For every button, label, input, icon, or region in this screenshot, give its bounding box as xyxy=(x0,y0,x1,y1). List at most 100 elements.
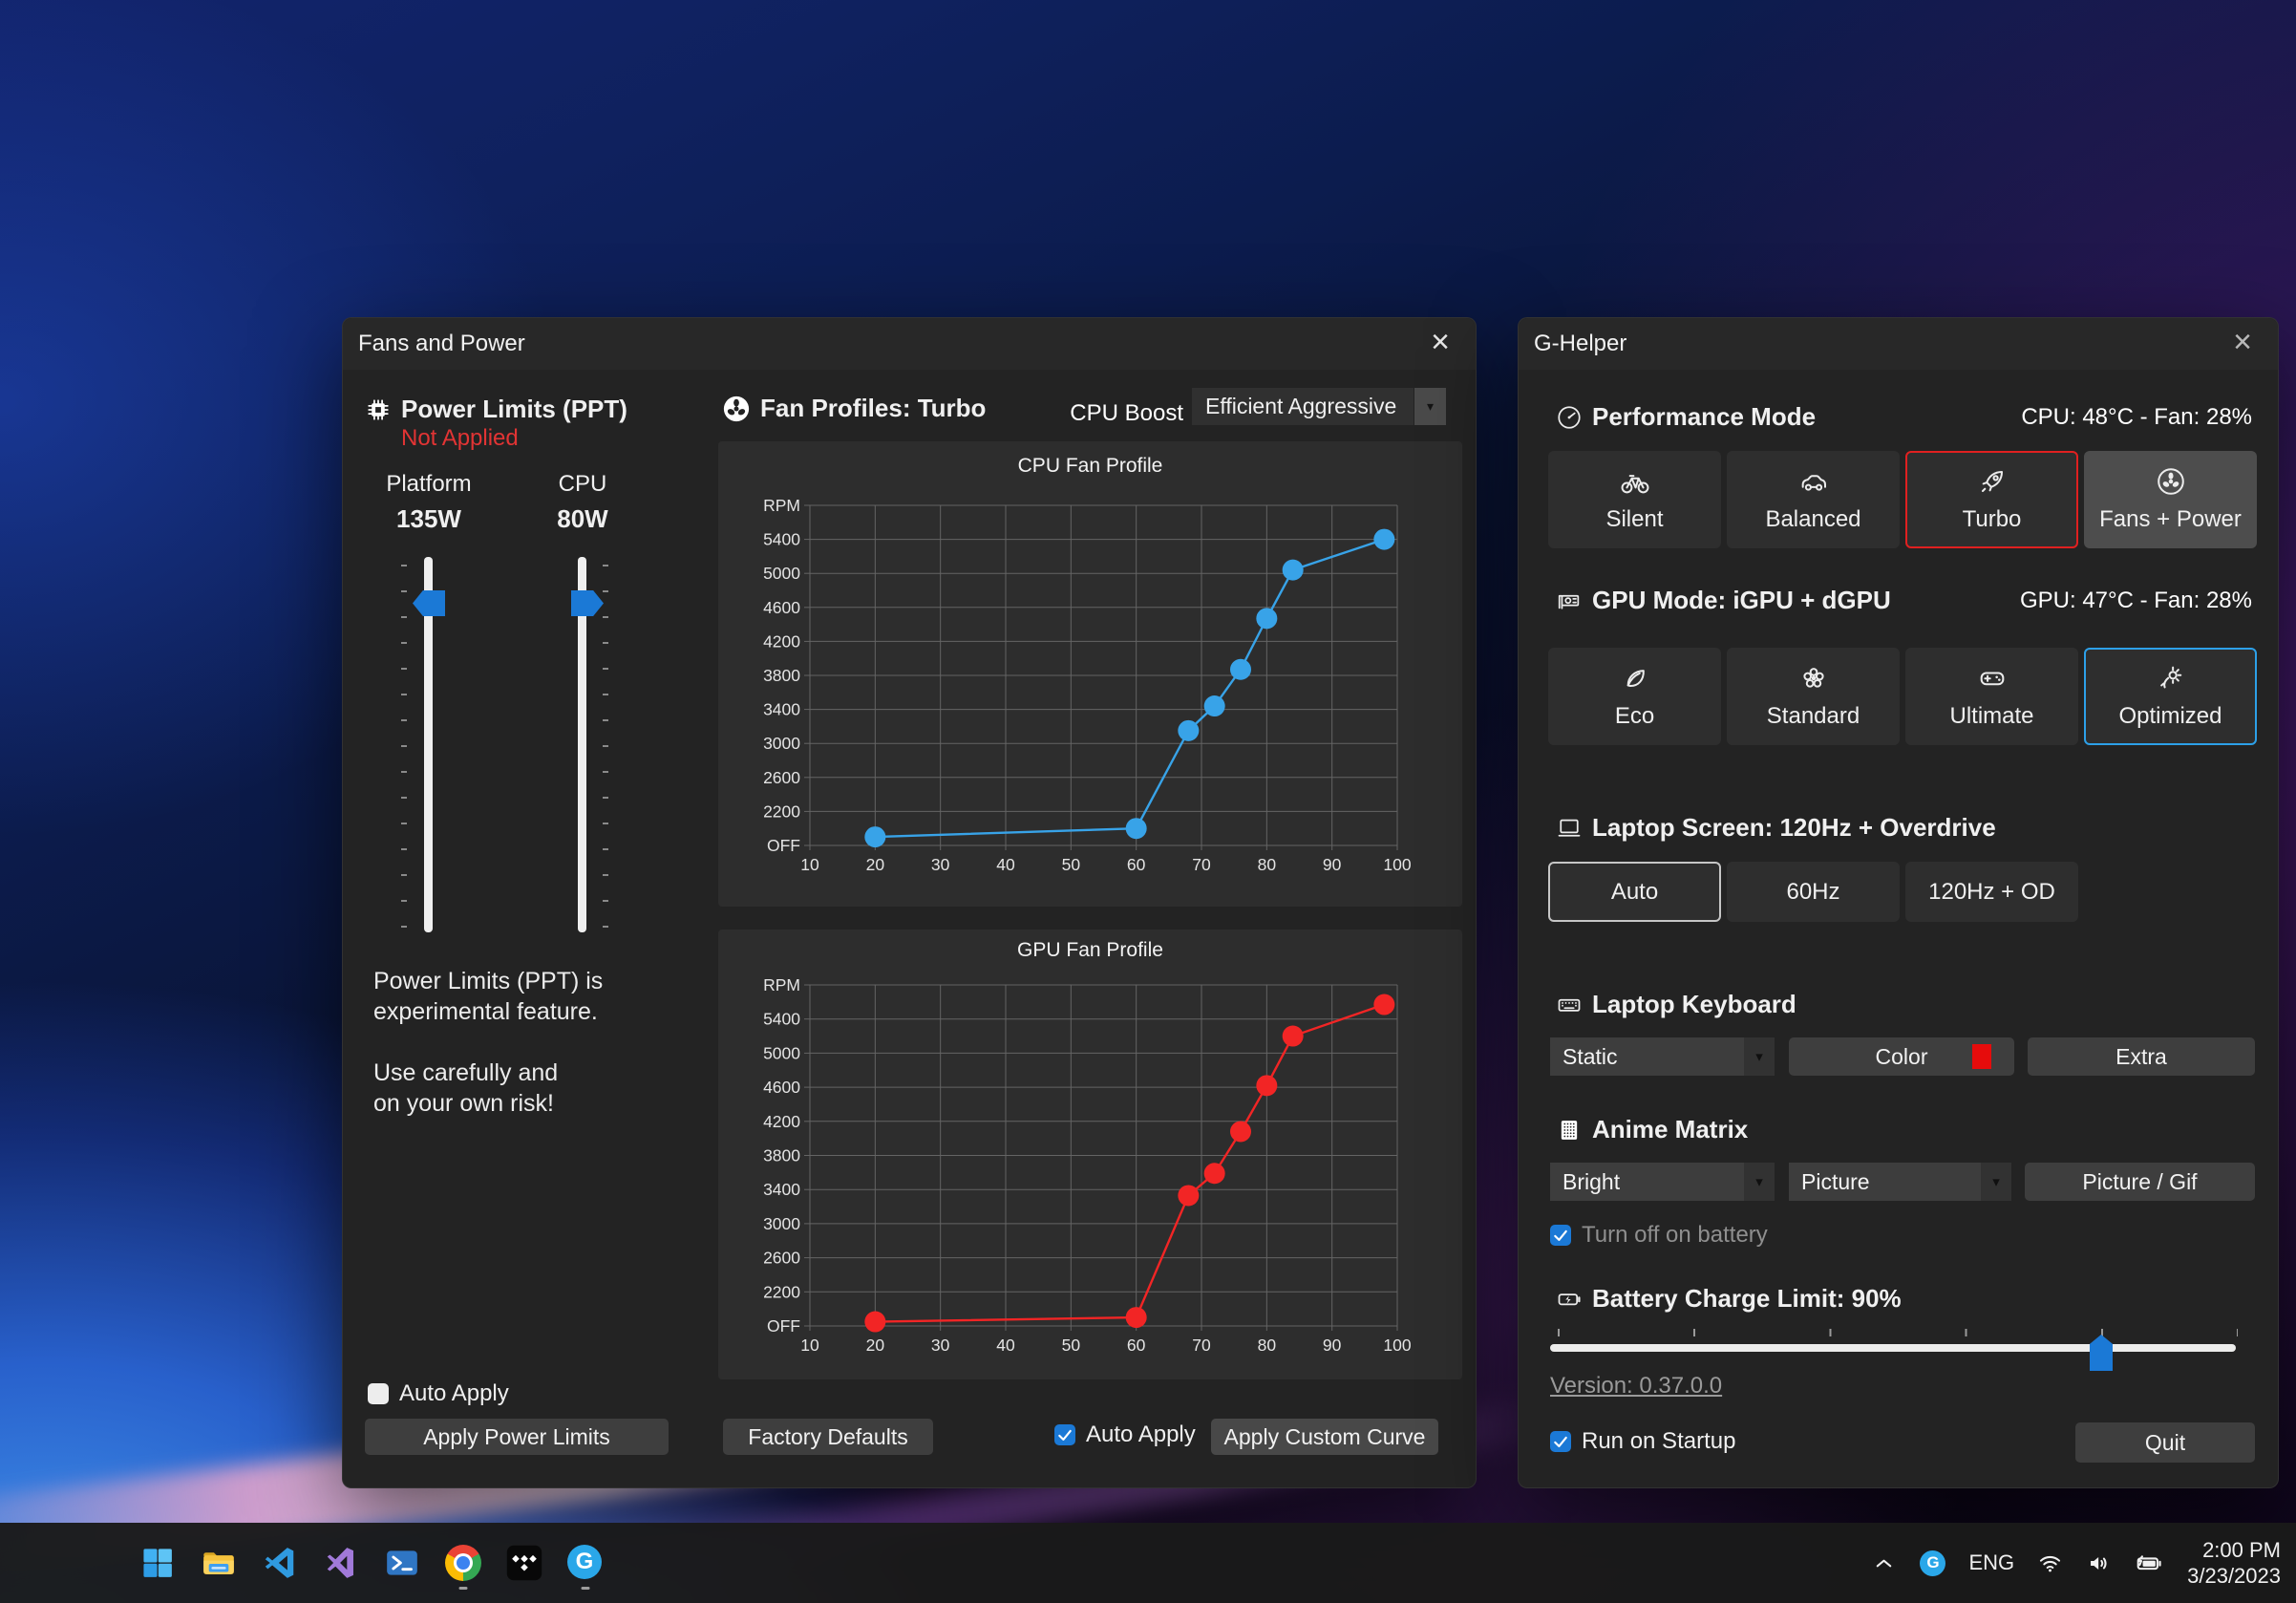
svg-text:50: 50 xyxy=(1062,855,1081,874)
laptop-screen-heading: Laptop Screen: 120Hz + Overdrive xyxy=(1556,813,1996,843)
visual-studio-taskbar-icon[interactable] xyxy=(323,1545,359,1581)
battery-icon[interactable] xyxy=(2135,1550,2164,1576)
svg-text:4200: 4200 xyxy=(763,631,800,651)
svg-text:3000: 3000 xyxy=(763,734,800,753)
power-limits-status: Not Applied xyxy=(401,425,519,452)
volume-icon[interactable] xyxy=(2086,1550,2112,1576)
screen-options-auto[interactable]: Auto xyxy=(1548,862,1721,922)
gauge-icon xyxy=(1556,404,1583,431)
cpu-temp-status: CPU: 48°C - Fan: 28% xyxy=(2021,404,2252,431)
perf-modes-silent[interactable]: Silent xyxy=(1548,451,1721,548)
apply-custom-curve-button[interactable]: Apply Custom Curve xyxy=(1211,1419,1438,1455)
gpu-modes-ultimate[interactable]: Ultimate xyxy=(1905,648,2078,745)
button-label: Balanced xyxy=(1765,506,1860,533)
button-label: 60Hz xyxy=(1786,879,1839,906)
close-icon[interactable] xyxy=(1418,320,1462,364)
svg-text:2600: 2600 xyxy=(763,1249,800,1268)
curve-auto-apply-checkbox[interactable] xyxy=(1054,1424,1075,1445)
system-tray: G ENG 2:00 PM 3/23/2023 xyxy=(1871,1523,2281,1603)
gpu-temp-status: GPU: 47°C - Fan: 28% xyxy=(2020,588,2252,614)
keyboard-extra-button[interactable]: Extra xyxy=(2028,1037,2255,1076)
cpu-boost-dropdown-arrow-icon[interactable]: ▾ xyxy=(1414,388,1446,425)
cpu-boost-select[interactable]: Efficient Aggressive xyxy=(1192,388,1414,425)
battery-bolt-icon xyxy=(1556,1286,1583,1313)
fans-and-power-window: Fans and Power Power Limits (PPT) Not Ap… xyxy=(342,317,1477,1488)
screen-options-60hz[interactable]: 60Hz xyxy=(1727,862,1900,922)
perf-modes-fans-power[interactable]: Fans + Power xyxy=(2084,451,2257,548)
svg-text:3000: 3000 xyxy=(763,1214,800,1233)
version-link[interactable]: Version: 0.37.0.0 xyxy=(1550,1373,1722,1400)
button-label: Silent xyxy=(1605,506,1663,533)
gpu-modes-optimized[interactable]: Optimized xyxy=(2084,648,2257,745)
power-auto-apply-checkbox[interactable] xyxy=(368,1383,389,1404)
platform-slider-thumb[interactable] xyxy=(413,590,445,616)
quit-button[interactable]: Quit xyxy=(2075,1422,2255,1463)
tray-chevron-up-icon[interactable] xyxy=(1871,1550,1897,1576)
powershell-taskbar-icon[interactable] xyxy=(384,1545,420,1581)
svg-text:3400: 3400 xyxy=(763,1180,800,1199)
ghelper-titlebar[interactable]: G-Helper xyxy=(1519,318,2278,370)
screen-option-buttons: Auto 60Hz 120Hz + OD xyxy=(1548,862,2078,922)
svg-text:80: 80 xyxy=(1258,1336,1277,1355)
desktop: Fans and Power Power Limits (PPT) Not Ap… xyxy=(0,0,2296,1603)
svg-text:10: 10 xyxy=(800,855,819,874)
anime-picture-gif-button[interactable]: Picture / Gif xyxy=(2025,1163,2255,1201)
gpu-modes-standard[interactable]: Standard xyxy=(1727,648,1900,745)
turn-off-on-battery-checkbox[interactable] xyxy=(1550,1225,1571,1246)
performance-mode-buttons: Silent Balanced TurboFans + Power xyxy=(1548,451,2257,548)
svg-text:5000: 5000 xyxy=(763,1043,800,1062)
svg-text:70: 70 xyxy=(1192,1336,1211,1355)
explorer-taskbar-icon[interactable] xyxy=(201,1545,237,1581)
cpu-slider-thumb[interactable] xyxy=(571,590,604,616)
ghelper-taskbar-icon[interactable]: G xyxy=(567,1545,604,1581)
battery-slider-track[interactable] xyxy=(1550,1344,2236,1352)
tray-language[interactable]: ENG xyxy=(1968,1550,2014,1575)
svg-text:20: 20 xyxy=(866,1336,885,1355)
svg-text:40: 40 xyxy=(996,855,1015,874)
fans-titlebar[interactable]: Fans and Power xyxy=(343,318,1476,370)
svg-text:100: 100 xyxy=(1383,1336,1411,1355)
svg-text:30: 30 xyxy=(931,855,950,874)
button-label: Eco xyxy=(1615,703,1654,730)
factory-defaults-button[interactable]: Factory Defaults xyxy=(723,1419,933,1455)
gpu-modes-eco[interactable]: Eco xyxy=(1548,648,1721,745)
chrome-taskbar-icon[interactable] xyxy=(445,1545,481,1581)
cpu-fan-curve[interactable]: 102030405060708090100OFF2200260030003400… xyxy=(718,441,1462,907)
wifi-icon[interactable] xyxy=(2037,1550,2063,1576)
keyboard-mode-select[interactable]: Static xyxy=(1550,1037,1775,1076)
screen-icon xyxy=(1556,815,1583,842)
button-label: 120Hz + OD xyxy=(1928,879,2055,906)
gpu-fan-curve[interactable]: 102030405060708090100OFF2200260030003400… xyxy=(718,930,1462,1379)
matrix-icon xyxy=(1556,1117,1583,1143)
fans-window-title: Fans and Power xyxy=(358,331,525,357)
apply-power-limits-button[interactable]: Apply Power Limits xyxy=(365,1419,669,1455)
perf-modes-balanced[interactable]: Balanced xyxy=(1727,451,1900,548)
svg-text:30: 30 xyxy=(931,1336,950,1355)
tray-time: 2:00 PM xyxy=(2187,1537,2281,1563)
perf-modes-turbo[interactable]: Turbo xyxy=(1905,451,2078,548)
power-limits-heading: Power Limits (PPT) xyxy=(365,395,627,424)
tidal-taskbar-icon[interactable] xyxy=(506,1545,542,1581)
svg-text:60: 60 xyxy=(1127,855,1146,874)
taskbar: G G ENG 2:00 PM 3/23/2023 xyxy=(0,1523,2296,1603)
anime-mode-select[interactable]: Picture xyxy=(1789,1163,2011,1201)
curve-auto-apply-row: Auto Apply xyxy=(1054,1421,1196,1448)
svg-text:2200: 2200 xyxy=(763,802,800,821)
battery-slider-thumb[interactable] xyxy=(2090,1335,2113,1371)
screen-options-120hz-od[interactable]: 120Hz + OD xyxy=(1905,862,2078,922)
run-on-startup-row: Run on Startup xyxy=(1550,1428,1735,1455)
close-icon[interactable] xyxy=(2221,320,2264,364)
start-taskbar-icon[interactable] xyxy=(139,1545,176,1581)
rocket-icon xyxy=(1977,466,2008,497)
battery-charge-heading: Battery Charge Limit: 90% xyxy=(1556,1284,1902,1314)
tray-ghelper-icon[interactable]: G xyxy=(1920,1550,1945,1576)
ghelper-window: G-Helper Performance Mode CPU: 48°C - Fa… xyxy=(1518,317,2279,1488)
svg-text:70: 70 xyxy=(1192,855,1211,874)
keyboard-color-swatch xyxy=(1972,1044,1991,1069)
vscode-taskbar-icon[interactable] xyxy=(262,1545,298,1581)
tray-clock[interactable]: 2:00 PM 3/23/2023 xyxy=(2187,1537,2281,1589)
keyboard-color-button[interactable]: Color xyxy=(1789,1037,2014,1076)
run-on-startup-checkbox[interactable] xyxy=(1550,1431,1571,1452)
svg-text:2200: 2200 xyxy=(763,1282,800,1301)
anime-brightness-select[interactable]: Bright xyxy=(1550,1163,1775,1201)
